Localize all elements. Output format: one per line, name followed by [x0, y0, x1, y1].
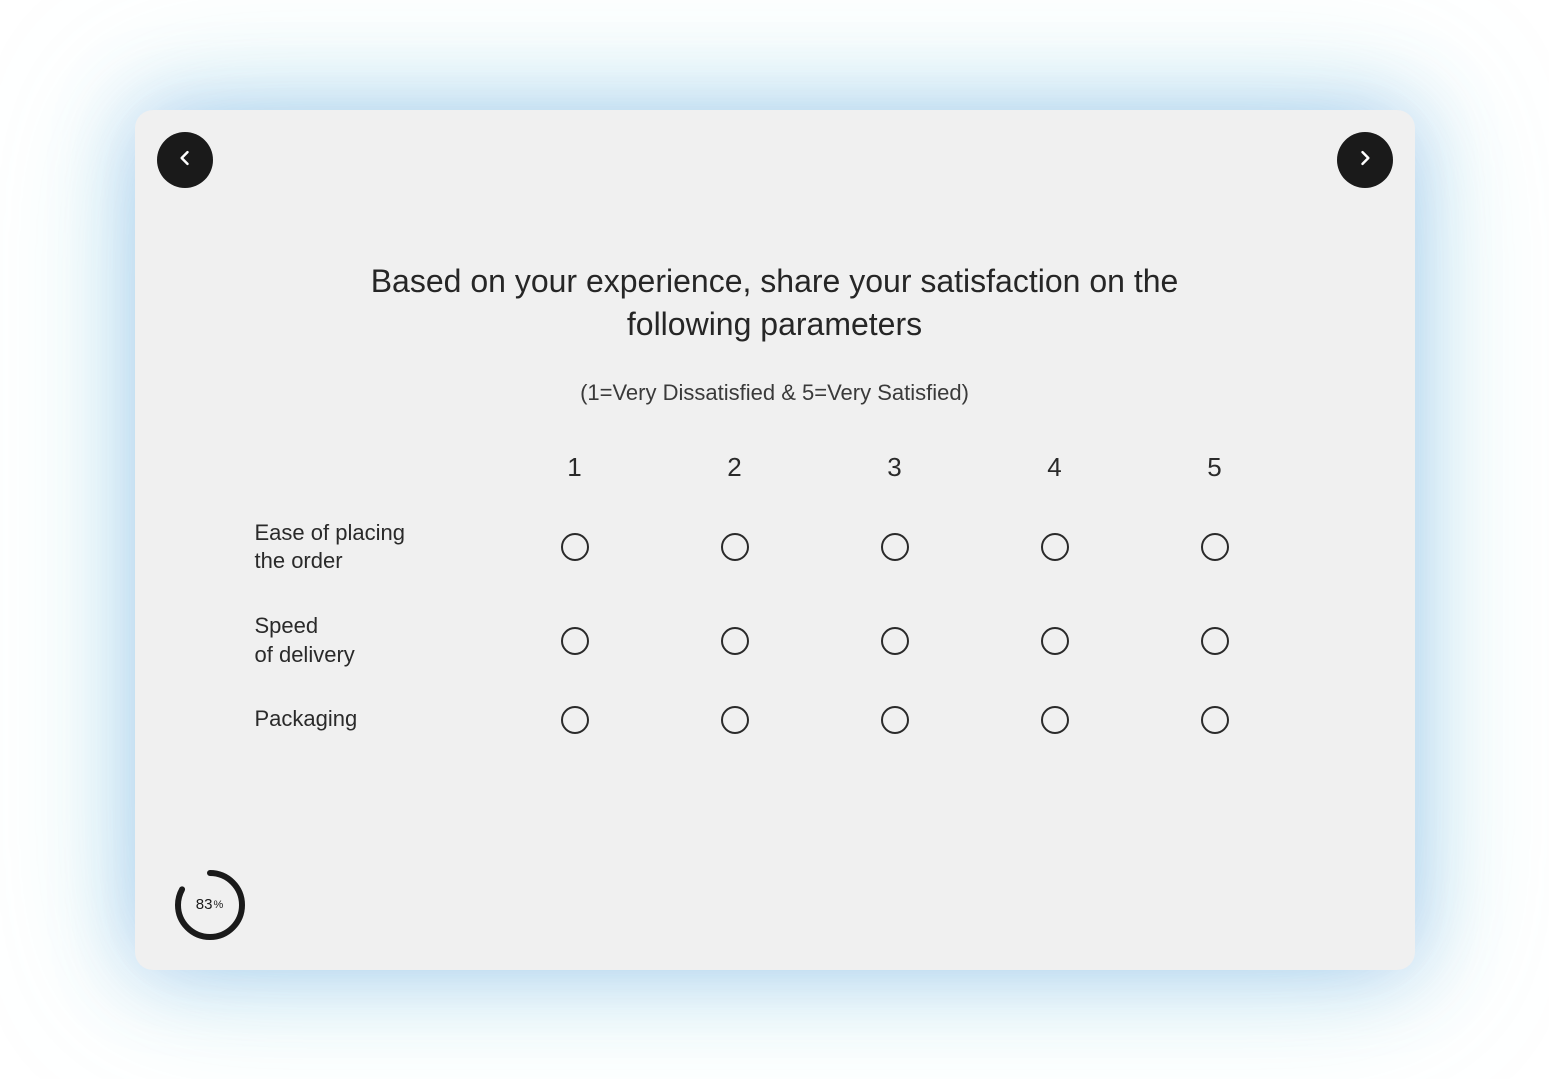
- radio-speed-2[interactable]: [721, 627, 749, 655]
- scale-header-1: 1: [495, 452, 655, 483]
- row-label-packaging: Packaging: [255, 705, 495, 734]
- radio-speed-4[interactable]: [1041, 627, 1069, 655]
- progress-value: 83: [196, 896, 213, 913]
- radio-packaging-4[interactable]: [1041, 706, 1069, 734]
- question-title: Based on your experience, share your sat…: [325, 260, 1225, 346]
- row-label-speed: Speedof delivery: [255, 612, 495, 669]
- scale-header-4: 4: [975, 452, 1135, 483]
- progress-label: 83%: [173, 868, 247, 942]
- scale-header-3: 3: [815, 452, 975, 483]
- scale-header-5: 5: [1135, 452, 1295, 483]
- radio-ease-3[interactable]: [881, 533, 909, 561]
- survey-card: Based on your experience, share your sat…: [135, 110, 1415, 970]
- radio-packaging-1[interactable]: [561, 706, 589, 734]
- radio-ease-5[interactable]: [1201, 533, 1229, 561]
- radio-packaging-5[interactable]: [1201, 706, 1229, 734]
- question-content: Based on your experience, share your sat…: [135, 260, 1415, 734]
- chevron-right-icon: [1355, 148, 1375, 171]
- prev-button[interactable]: [157, 132, 213, 188]
- radio-speed-1[interactable]: [561, 627, 589, 655]
- progress-ring: 83%: [173, 868, 247, 942]
- radio-packaging-3[interactable]: [881, 706, 909, 734]
- rating-matrix: 1 2 3 4 5 Ease of placingthe order Speed…: [255, 452, 1295, 734]
- radio-speed-3[interactable]: [881, 627, 909, 655]
- question-subtitle: (1=Very Dissatisfied & 5=Very Satisfied): [580, 380, 969, 406]
- radio-ease-2[interactable]: [721, 533, 749, 561]
- chevron-left-icon: [175, 148, 195, 171]
- radio-ease-4[interactable]: [1041, 533, 1069, 561]
- radio-speed-5[interactable]: [1201, 627, 1229, 655]
- row-label-ease: Ease of placingthe order: [255, 519, 495, 576]
- scale-header-2: 2: [655, 452, 815, 483]
- radio-packaging-2[interactable]: [721, 706, 749, 734]
- radio-ease-1[interactable]: [561, 533, 589, 561]
- next-button[interactable]: [1337, 132, 1393, 188]
- progress-unit: %: [213, 899, 223, 911]
